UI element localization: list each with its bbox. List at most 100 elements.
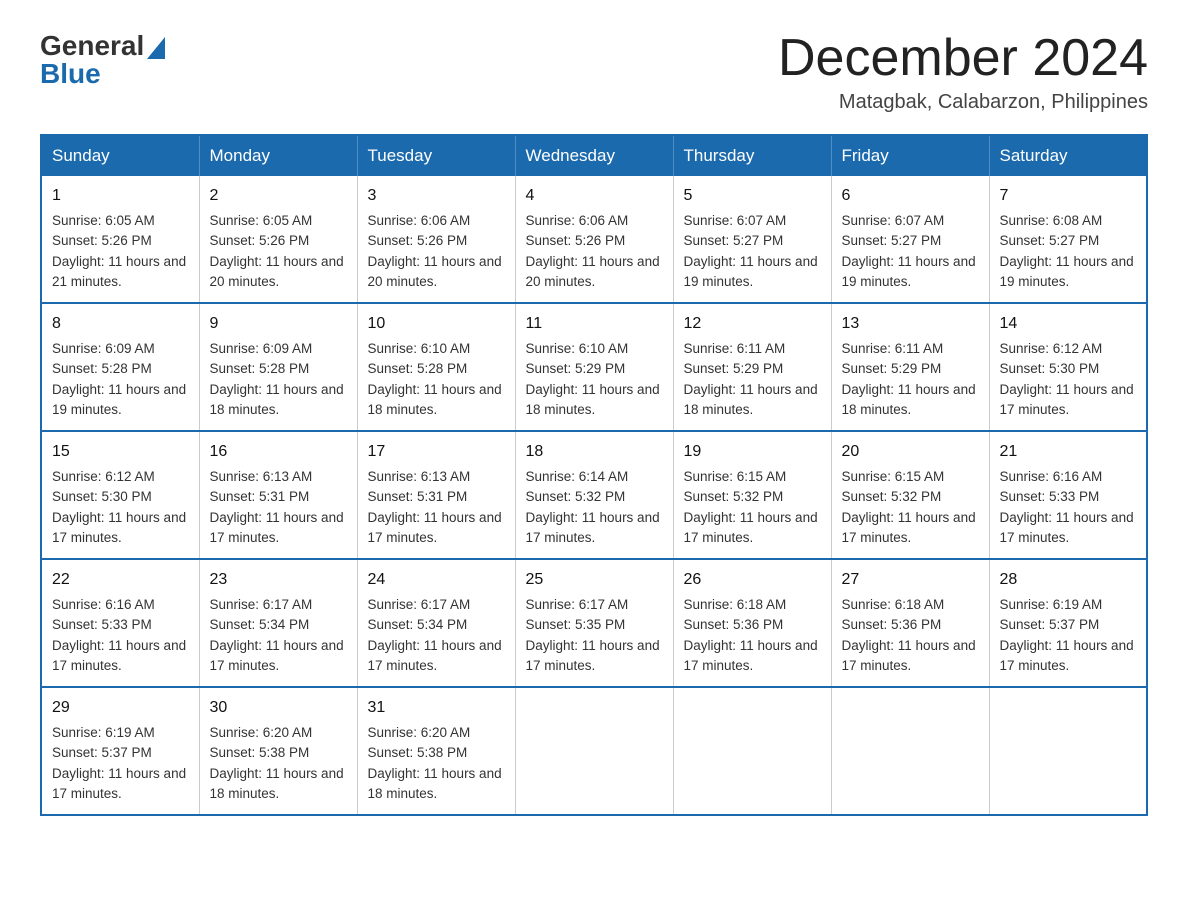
sunset-text: Sunset: 5:33 PM xyxy=(52,615,189,635)
sunrise-text: Sunrise: 6:10 AM xyxy=(526,339,663,359)
calendar-header-tuesday: Tuesday xyxy=(357,135,515,176)
calendar-cell: 18 Sunrise: 6:14 AMSunset: 5:32 PMDayligh… xyxy=(515,431,673,559)
calendar-cell: 11 Sunrise: 6:10 AMSunset: 5:29 PMDayligh… xyxy=(515,303,673,431)
calendar-week-row: 8Sunrise: 6:09 AMSunset: 5:28 PMDaylight… xyxy=(41,303,1147,431)
daylight-text: Daylight: 11 hours and 19 minutes. xyxy=(1000,252,1137,293)
daylight-text: Daylight: 11 hours and 19 minutes. xyxy=(684,252,821,293)
calendar-cell: 27Sunrise: 6:18 AMSunset: 5:36 PMDayligh… xyxy=(831,559,989,687)
sunset-text: Sunset: 5:34 PM xyxy=(368,615,505,635)
calendar-cell: 4Sunrise: 6:06 AMSunset: 5:26 PMDaylight… xyxy=(515,176,673,303)
calendar-cell: 28Sunrise: 6:19 AMSunset: 5:37 PMDayligh… xyxy=(989,559,1147,687)
calendar-header-friday: Friday xyxy=(831,135,989,176)
sunrise-text: Sunrise: 6:14 AM xyxy=(526,467,663,487)
calendar-cell: 8Sunrise: 6:09 AMSunset: 5:28 PMDaylight… xyxy=(41,303,199,431)
sunrise-text: Sunrise: 6:19 AM xyxy=(52,723,189,743)
sunrise-text: Sunrise: 6:05 AM xyxy=(52,211,189,231)
day-number: 7 xyxy=(1000,184,1137,208)
daylight-text: Daylight: 11 hours and 17 minutes. xyxy=(210,508,347,549)
day-number: 12 xyxy=(684,312,821,336)
daylight-text: Daylight: 11 hours and 17 minutes. xyxy=(1000,380,1137,421)
calendar-cell: 5Sunrise: 6:07 AMSunset: 5:27 PMDaylight… xyxy=(673,176,831,303)
page-header: General Blue December 2024 Matagbak, Cal… xyxy=(40,30,1148,114)
day-number: 13 xyxy=(842,312,979,336)
calendar-cell: 13Sunrise: 6:11 AMSunset: 5:29 PMDayligh… xyxy=(831,303,989,431)
daylight-text: Daylight: 11 hours and 17 minutes. xyxy=(526,508,663,549)
sunset-text: Sunset: 5:32 PM xyxy=(526,487,663,507)
location-subtitle: Matagbak, Calabarzon, Philippines xyxy=(778,91,1148,114)
sunset-text: Sunset: 5:38 PM xyxy=(210,743,347,763)
sunrise-text: Sunrise: 6:09 AM xyxy=(52,339,189,359)
sunset-text: Sunset: 5:35 PM xyxy=(526,615,663,635)
day-number: 18 xyxy=(526,440,663,464)
day-number: 22 xyxy=(52,568,189,592)
day-number: 14 xyxy=(1000,312,1137,336)
sunrise-text: Sunrise: 6:13 AM xyxy=(368,467,505,487)
sunrise-text: Sunrise: 6:18 AM xyxy=(842,595,979,615)
calendar-cell: 9Sunrise: 6:09 AMSunset: 5:28 PMDaylight… xyxy=(199,303,357,431)
daylight-text: Daylight: 11 hours and 20 minutes. xyxy=(210,252,347,293)
sunrise-text: Sunrise: 6:08 AM xyxy=(1000,211,1137,231)
calendar-table: SundayMondayTuesdayWednesdayThursdayFrid… xyxy=(40,134,1148,816)
sunrise-text: Sunrise: 6:19 AM xyxy=(1000,595,1137,615)
sunrise-text: Sunrise: 6:15 AM xyxy=(684,467,821,487)
daylight-text: Daylight: 11 hours and 18 minutes. xyxy=(210,764,347,805)
day-number: 11 xyxy=(526,312,663,336)
daylight-text: Daylight: 11 hours and 17 minutes. xyxy=(52,764,189,805)
day-number: 30 xyxy=(210,696,347,720)
calendar-cell: 29Sunrise: 6:19 AMSunset: 5:37 PMDayligh… xyxy=(41,687,199,815)
sunrise-text: Sunrise: 6:18 AM xyxy=(684,595,821,615)
calendar-cell: 30Sunrise: 6:20 AMSunset: 5:38 PMDayligh… xyxy=(199,687,357,815)
day-number: 6 xyxy=(842,184,979,208)
daylight-text: Daylight: 11 hours and 17 minutes. xyxy=(684,508,821,549)
sunrise-text: Sunrise: 6:05 AM xyxy=(210,211,347,231)
day-number: 29 xyxy=(52,696,189,720)
daylight-text: Daylight: 11 hours and 17 minutes. xyxy=(1000,636,1137,677)
daylight-text: Daylight: 11 hours and 17 minutes. xyxy=(842,508,979,549)
calendar-cell: 21Sunrise: 6:16 AMSunset: 5:33 PMDayligh… xyxy=(989,431,1147,559)
day-number: 15 xyxy=(52,440,189,464)
sunrise-text: Sunrise: 6:16 AM xyxy=(1000,467,1137,487)
calendar-week-row: 22 Sunrise: 6:16 AMSunset: 5:33 PM Dayligh… xyxy=(41,559,1147,687)
calendar-cell: 31Sunrise: 6:20 AMSunset: 5:38 PMDayligh… xyxy=(357,687,515,815)
calendar-cell: 3Sunrise: 6:06 AMSunset: 5:26 PMDaylight… xyxy=(357,176,515,303)
logo: General Blue xyxy=(40,30,165,90)
calendar-cell xyxy=(989,687,1147,815)
daylight-text: Daylight: 11 hours and 18 minutes. xyxy=(368,764,505,805)
sunset-text: Sunset: 5:33 PM xyxy=(1000,487,1137,507)
sunset-text: Sunset: 5:29 PM xyxy=(526,359,663,379)
sunrise-text: Sunrise: 6:06 AM xyxy=(368,211,505,231)
calendar-cell: 24Sunrise: 6:17 AMSunset: 5:34 PMDayligh… xyxy=(357,559,515,687)
calendar-cell: 16Sunrise: 6:13 AMSunset: 5:31 PMDayligh… xyxy=(199,431,357,559)
calendar-week-row: 29Sunrise: 6:19 AMSunset: 5:37 PMDayligh… xyxy=(41,687,1147,815)
sunset-text: Sunset: 5:31 PM xyxy=(210,487,347,507)
calendar-header-sunday: Sunday xyxy=(41,135,199,176)
sunrise-text: Sunrise: 6:17 AM xyxy=(526,595,663,615)
sunset-text: Sunset: 5:26 PM xyxy=(526,231,663,251)
calendar-cell: 19Sunrise: 6:15 AMSunset: 5:32 PMDayligh… xyxy=(673,431,831,559)
daylight-text: Daylight: 11 hours and 17 minutes. xyxy=(368,508,505,549)
month-year-title: December 2024 xyxy=(778,30,1148,87)
day-number: 20 xyxy=(842,440,979,464)
calendar-cell: 15Sunrise: 6:12 AMSunset: 5:30 PMDayligh… xyxy=(41,431,199,559)
calendar-cell: 6Sunrise: 6:07 AMSunset: 5:27 PMDaylight… xyxy=(831,176,989,303)
calendar-cell: 26Sunrise: 6:18 AMSunset: 5:36 PMDayligh… xyxy=(673,559,831,687)
sunset-text: Sunset: 5:27 PM xyxy=(684,231,821,251)
calendar-cell: 2Sunrise: 6:05 AMSunset: 5:26 PMDaylight… xyxy=(199,176,357,303)
day-number: 16 xyxy=(210,440,347,464)
calendar-cell xyxy=(673,687,831,815)
calendar-cell: 12Sunrise: 6:11 AMSunset: 5:29 PMDayligh… xyxy=(673,303,831,431)
sunset-text: Sunset: 5:32 PM xyxy=(842,487,979,507)
daylight-text: Daylight: 11 hours and 19 minutes. xyxy=(52,380,189,421)
daylight-text: Daylight: 11 hours and 20 minutes. xyxy=(368,252,505,293)
daylight-text: Daylight: 11 hours and 18 minutes. xyxy=(526,380,663,421)
sunset-text: Sunset: 5:26 PM xyxy=(210,231,347,251)
sunrise-text: Sunrise: 6:16 AM xyxy=(52,595,189,615)
daylight-text: Daylight: 11 hours and 17 minutes. xyxy=(368,636,505,677)
sunset-text: Sunset: 5:34 PM xyxy=(210,615,347,635)
calendar-header-saturday: Saturday xyxy=(989,135,1147,176)
day-number: 21 xyxy=(1000,440,1137,464)
daylight-text: Daylight: 11 hours and 17 minutes. xyxy=(842,636,979,677)
calendar-cell: 25Sunrise: 6:17 AMSunset: 5:35 PMDayligh… xyxy=(515,559,673,687)
calendar-header-thursday: Thursday xyxy=(673,135,831,176)
sunset-text: Sunset: 5:29 PM xyxy=(684,359,821,379)
